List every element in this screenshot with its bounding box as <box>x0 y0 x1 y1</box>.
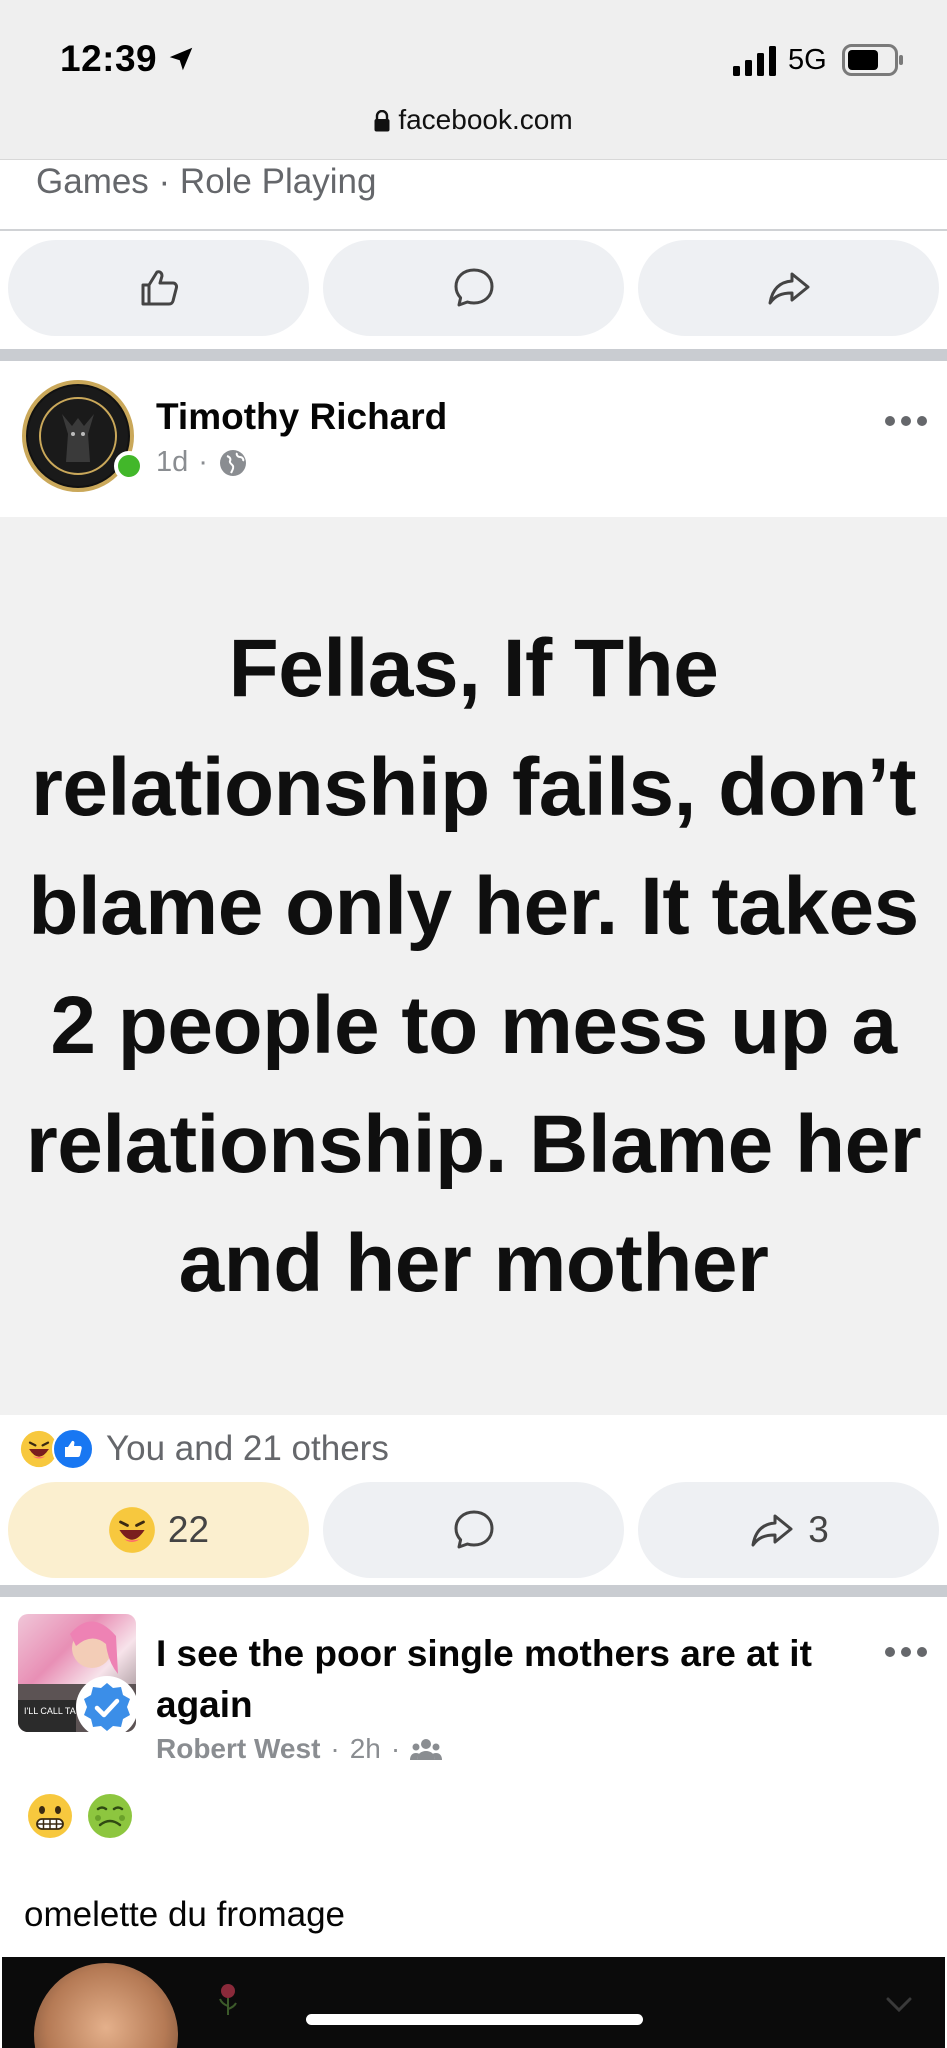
section-separator <box>0 1585 947 1597</box>
location-arrow-icon <box>169 47 193 71</box>
url-text: facebook.com <box>398 104 573 135</box>
battery-icon <box>842 44 903 76</box>
comment-button[interactable] <box>323 240 624 336</box>
meta-separator: · <box>198 446 208 478</box>
home-indicator[interactable] <box>306 2014 643 2025</box>
grimacing-face-icon <box>28 1794 72 1838</box>
more-dots-icon[interactable] <box>884 414 928 428</box>
reaction-summary-text: You and 21 others <box>106 1429 389 1468</box>
comment-button[interactable] <box>323 1482 624 1578</box>
reaction-count: 22 <box>167 1509 210 1550</box>
network-type: 5G <box>788 44 827 76</box>
verified-badge-icon <box>84 1683 130 1731</box>
like-button[interactable] <box>8 240 309 336</box>
meta-separator: · <box>330 1733 340 1764</box>
status-time: 12:39 <box>60 38 158 79</box>
post-actions: 22 3 <box>8 1482 939 1578</box>
thumbs-up-icon <box>141 270 178 306</box>
online-status-dot <box>114 451 144 481</box>
divider <box>0 229 947 231</box>
post-emoji-row <box>26 1792 134 1840</box>
previous-post-actions <box>8 240 939 336</box>
section-separator <box>0 349 947 361</box>
comment-bubble-icon <box>454 268 493 307</box>
rose-icon <box>219 1984 237 2015</box>
haha-reaction-button[interactable]: 22 <box>8 1482 309 1578</box>
signal-icon <box>733 46 776 76</box>
chevron-down-icon[interactable] <box>884 1995 914 2015</box>
globe-icon <box>219 449 246 476</box>
post-image[interactable]: Fellas, If The relationship fails, don’t… <box>0 517 947 1415</box>
share-button[interactable]: 3 <box>638 1482 939 1578</box>
post-image-text: Fellas, If The relationship fails, don’t… <box>25 623 922 1309</box>
more-dots-icon[interactable] <box>884 1645 928 1659</box>
comment-bubble-icon <box>454 1510 493 1549</box>
post-category: Games · Role Playing <box>36 162 377 201</box>
verified-badge <box>76 1676 138 1738</box>
video-thumbnail <box>34 1963 178 2048</box>
status-bar: 12:39 5G facebook.com <box>0 0 947 160</box>
haha-reaction-icon <box>109 1507 155 1553</box>
share-arrow-icon <box>768 272 809 305</box>
group-post-body: omelette du fromage <box>24 1895 346 1934</box>
group-post-title[interactable]: I see the poor single mothers are at it … <box>156 1628 856 1730</box>
meta-separator: · <box>390 1733 401 1764</box>
like-reaction-icon <box>52 1428 94 1470</box>
reaction-summary[interactable]: You and 21 others <box>18 1426 389 1472</box>
share-button[interactable] <box>638 240 939 336</box>
post-meta: 1d · <box>156 446 248 479</box>
share-count: 3 <box>808 1509 829 1550</box>
army-veteran-logo-icon <box>28 386 128 486</box>
group-post-meta: Robert West · 2h · <box>156 1733 443 1765</box>
post-age[interactable]: 1d <box>156 446 188 479</box>
post-author[interactable]: Timothy Richard <box>156 396 447 438</box>
nauseated-face-icon <box>88 1794 132 1838</box>
video-preview[interactable] <box>2 1957 945 2048</box>
share-arrow-icon <box>751 1514 793 1547</box>
group-icon <box>410 1739 443 1760</box>
group-post-author[interactable]: Robert West <box>156 1733 320 1765</box>
url-bar[interactable]: facebook.com <box>0 104 947 136</box>
group-post-age[interactable]: 2h <box>350 1733 381 1765</box>
lock-icon <box>374 110 390 132</box>
